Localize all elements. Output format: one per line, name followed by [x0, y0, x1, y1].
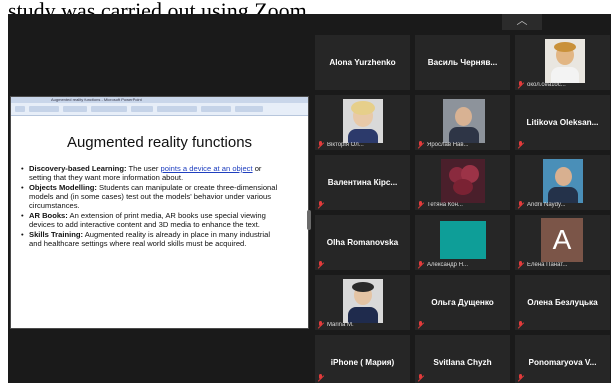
avatar: A	[541, 218, 583, 262]
muted-mic-icon	[318, 141, 323, 148]
slide-bullet: Skills Training: Augmented reality is al…	[21, 230, 281, 248]
participant-name: Василь Черняв...	[427, 58, 498, 67]
slide-title: Augmented reality functions	[66, 134, 253, 151]
slide-bullets: Discovery-based Learning: The user point…	[21, 164, 281, 249]
split-drag-handle[interactable]	[307, 210, 311, 230]
participant-name: Svitlana Chyzh	[433, 358, 492, 367]
slide-bullet: Objects Modelling: Students can manipula…	[21, 183, 281, 210]
slide: Augmented reality functions Discovery-ba…	[11, 116, 308, 328]
muted-mic-icon	[518, 201, 523, 208]
participant-video	[440, 221, 486, 259]
participant-label: Ярослав Нав...	[427, 142, 469, 148]
participant-tile[interactable]: Ярослав Нав...	[415, 95, 510, 150]
participant-tile[interactable]: A Елена Панат...	[515, 215, 610, 270]
muted-mic-icon	[318, 321, 323, 328]
participant-label: Тетяна Кон...	[427, 202, 463, 208]
participant-tile[interactable]: iPhone ( Мария)	[315, 335, 410, 383]
muted-mic-icon	[518, 81, 523, 88]
participant-tile[interactable]: Ольга Дущенко	[415, 275, 510, 330]
participant-tile[interactable]: Olha Romanovska	[315, 215, 410, 270]
participant-label: Александр Н...	[427, 262, 469, 268]
participant-video	[543, 159, 583, 203]
participant-tile[interactable]: Ponomaryova V...	[515, 335, 610, 383]
participant-video	[545, 39, 585, 83]
ppt-ribbon	[11, 103, 308, 116]
participant-gallery: Alona Yurzhenko Василь Черняв... окол.се…	[315, 31, 611, 383]
participant-tile[interactable]: Svitlana Chyzh	[415, 335, 510, 383]
participant-tile[interactable]: Вікторія Ол...	[315, 95, 410, 150]
participant-name: iPhone ( Мария)	[330, 358, 395, 367]
muted-mic-icon	[518, 261, 523, 268]
participant-tile[interactable]: Andrii Naydy...	[515, 155, 610, 210]
participant-tile[interactable]: Александр Н...	[415, 215, 510, 270]
participant-label: Вікторія Ол...	[327, 142, 364, 148]
participant-video	[343, 279, 383, 323]
muted-mic-icon	[518, 141, 523, 148]
participant-name: Олена Безлуцька	[527, 298, 598, 307]
muted-mic-icon	[418, 321, 423, 328]
muted-mic-icon	[518, 374, 523, 381]
shared-screen[interactable]: Augmented reality functions - Microsoft …	[10, 96, 309, 329]
participant-tile[interactable]: окол.сеа1ос...	[515, 35, 610, 90]
muted-mic-icon	[318, 261, 323, 268]
slide-link[interactable]: points a device at an object	[161, 164, 253, 173]
zoom-meeting-window: ︿ Augmented reality functions - Microsof…	[8, 14, 611, 383]
muted-mic-icon	[518, 321, 523, 328]
participant-name: Валентина Кірс...	[327, 178, 398, 187]
slide-bullet: AR Books: An extension of print media, A…	[21, 211, 281, 229]
participant-name: Olha Romanovska	[326, 238, 399, 247]
participant-label: окол.сеа1ос...	[527, 82, 566, 88]
participant-video	[343, 99, 383, 143]
participant-tile[interactable]: Litikova Oleksan...	[515, 95, 610, 150]
muted-mic-icon	[418, 374, 423, 381]
top-bar: ︿	[8, 14, 611, 31]
participant-tile[interactable]: Валентина Кірс...	[315, 155, 410, 210]
muted-mic-icon	[318, 201, 323, 208]
participant-name: Litikova Oleksan...	[526, 118, 599, 127]
muted-mic-icon	[418, 261, 423, 268]
participant-name: Alona Yurzhenko	[329, 58, 396, 67]
participant-tile[interactable]: Василь Черняв...	[415, 35, 510, 90]
muted-mic-icon	[318, 374, 323, 381]
participant-name: Ponomaryova V...	[528, 358, 597, 367]
participant-name: Ольга Дущенко	[431, 298, 494, 307]
participant-label: Marina M.	[327, 322, 354, 328]
participant-label: Andrii Naydy...	[527, 202, 566, 208]
participant-tile[interactable]: Marina M.	[315, 275, 410, 330]
slide-bullet: Discovery-based Learning: The user point…	[21, 164, 281, 182]
participant-tile[interactable]: Олена Безлуцька	[515, 275, 610, 330]
participant-tile[interactable]: Тетяна Кон...	[415, 155, 510, 210]
participant-video	[441, 159, 485, 203]
participant-label: Елена Панат...	[527, 262, 568, 268]
chevron-up-icon[interactable]: ︿	[502, 14, 542, 30]
participant-tile[interactable]: Alona Yurzhenko	[315, 35, 410, 90]
participant-video	[443, 99, 485, 143]
muted-mic-icon	[418, 201, 423, 208]
muted-mic-icon	[418, 141, 423, 148]
